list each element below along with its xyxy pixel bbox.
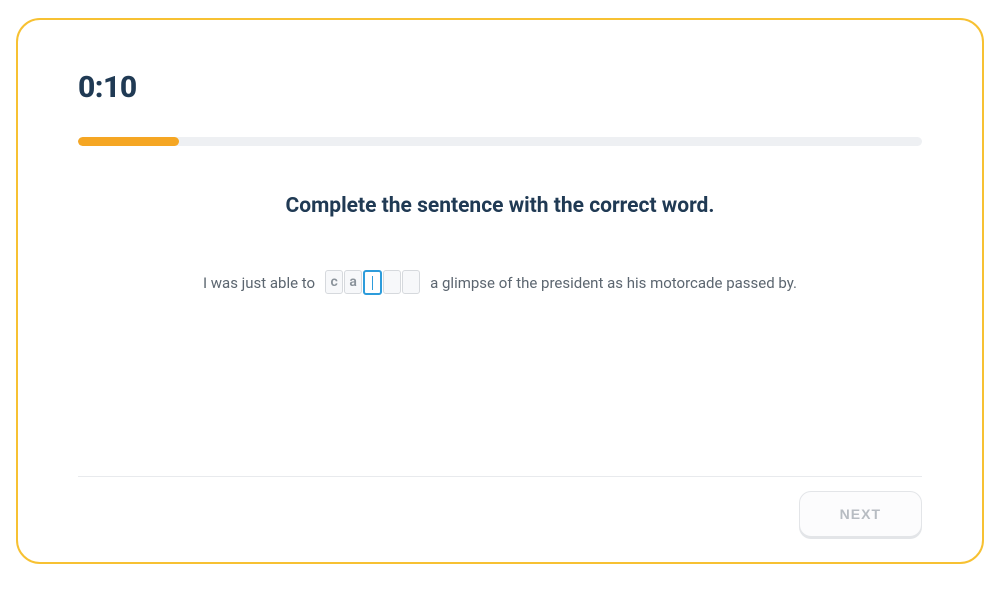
- sentence-row: I was just able to c a a glimpse of the …: [78, 270, 922, 295]
- instruction-text: Complete the sentence with the correct w…: [78, 194, 922, 218]
- footer-divider: [78, 476, 922, 477]
- letter-box-1[interactable]: a: [344, 270, 362, 294]
- next-button[interactable]: NEXT: [799, 491, 922, 537]
- sentence-after: a glimpse of the president as his motorc…: [430, 274, 797, 292]
- letter-box-0[interactable]: c: [325, 270, 343, 294]
- sentence-before: I was just able to: [203, 274, 315, 292]
- letter-box-2[interactable]: [363, 270, 382, 295]
- quiz-card: 0:10 Complete the sentence with the corr…: [16, 18, 984, 564]
- timer: 0:10: [78, 70, 922, 105]
- progress-fill: [78, 137, 179, 146]
- letter-box-4[interactable]: [402, 270, 420, 294]
- progress-bar: [78, 137, 922, 146]
- letter-box-3[interactable]: [383, 270, 401, 294]
- text-cursor: [372, 276, 374, 290]
- letter-input-group[interactable]: c a: [325, 270, 420, 295]
